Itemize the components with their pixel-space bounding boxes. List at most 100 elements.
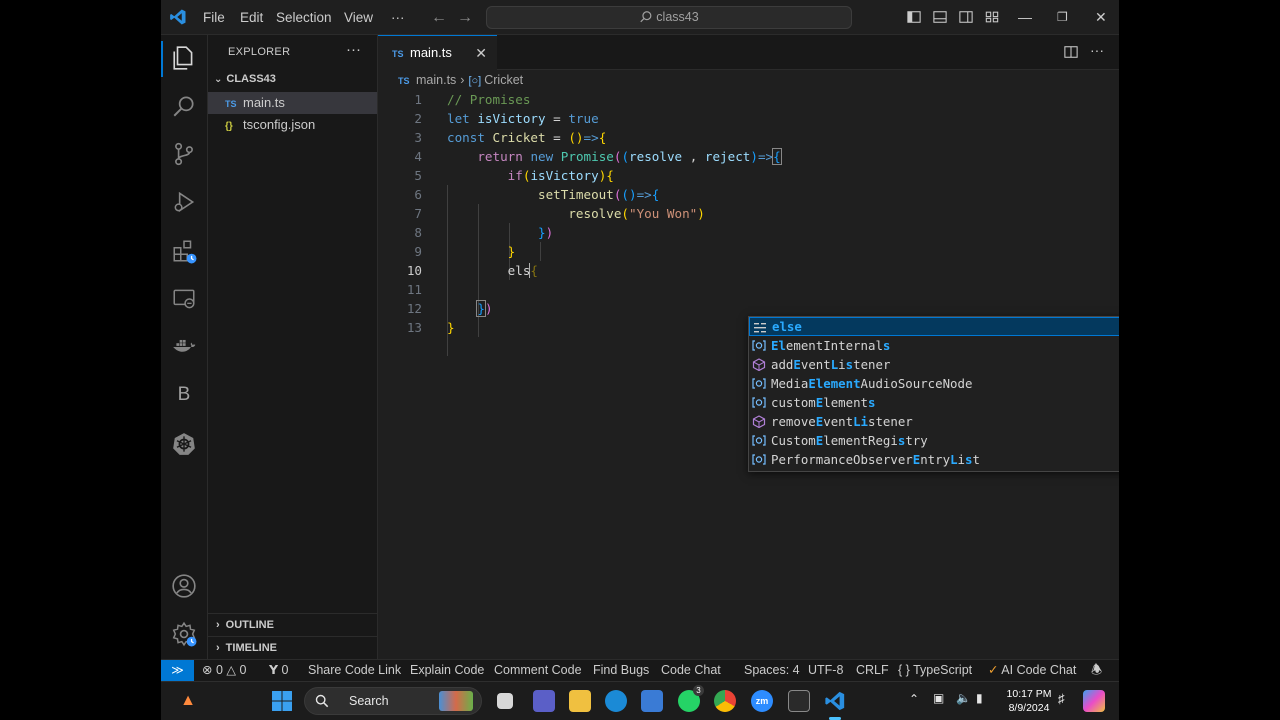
file-main-ts[interactable]: TS main.ts [208, 92, 377, 114]
taskbar-search[interactable]: Search [304, 687, 482, 715]
ports-indicator[interactable]: 𝝪 0 [269, 660, 289, 682]
suggestion-item[interactable]: MediaElementAudioSourceNode [749, 374, 1119, 393]
menu-more[interactable]: ··· [391, 0, 405, 35]
b-icon[interactable]: B [171, 382, 197, 408]
docker-icon[interactable] [171, 334, 197, 360]
share-code-link-button[interactable]: Share Code Link [308, 660, 401, 682]
active-indicator [161, 41, 163, 77]
toggle-panel-icon[interactable] [933, 10, 947, 24]
language-indicator[interactable]: { } TypeScript [898, 660, 972, 682]
search-icon[interactable] [171, 93, 197, 119]
flame-app-icon[interactable]: ▲ [177, 690, 199, 712]
line-number: 3 [414, 130, 422, 145]
customize-layout-icon[interactable] [985, 10, 999, 24]
line-number: 4 [414, 149, 422, 164]
edge-icon[interactable] [605, 690, 627, 712]
files-icon[interactable] [171, 45, 197, 71]
clock-time: 10:17 PM [1006, 688, 1052, 700]
taskbar-clock[interactable]: 10:17 PM 8/9/2024 [1001, 687, 1057, 715]
terminal-icon[interactable] [788, 690, 810, 712]
json-file-icon: {} [225, 121, 233, 132]
menu-view[interactable]: View [344, 0, 373, 35]
notification-bell-icon[interactable]: ♯ [1058, 691, 1065, 706]
suggestion-item[interactable]: PerformanceObserverEntryList [749, 450, 1119, 469]
chevron-up-icon[interactable]: ⌃ [909, 692, 919, 706]
menu-edit[interactable]: Edit [240, 0, 263, 35]
copilot-icon[interactable] [1083, 690, 1105, 712]
code-line: 11 [378, 280, 1119, 299]
outline-label: OUTLINE [225, 619, 274, 631]
explain-code-button[interactable]: Explain Code [410, 660, 484, 682]
timeline-label: TIMELINE [225, 642, 278, 654]
breadcrumb-file[interactable]: main.ts [416, 73, 456, 87]
zoom-icon[interactable]: zm [751, 690, 773, 712]
indentation-indicator[interactable]: Spaces: 4 [744, 660, 800, 682]
encoding-indicator[interactable]: UTF-8 [808, 660, 843, 682]
close-tab-icon[interactable]: ✕ [475, 36, 487, 70]
source-control-icon[interactable] [171, 141, 197, 167]
explorer-more-icon[interactable]: ··· [346, 41, 361, 58]
minimize-icon[interactable]: — [1018, 9, 1032, 25]
split-editor-icon[interactable] [1064, 45, 1078, 59]
notifications-bell-icon[interactable]: 🕭 [1091, 660, 1102, 682]
suggestion-text: s [868, 395, 876, 410]
comment-code-button[interactable]: Comment Code [494, 660, 582, 682]
menu-selection[interactable]: Selection [276, 0, 332, 35]
timeline-section[interactable]: › TIMELINE [208, 636, 377, 658]
task-view-icon[interactable] [497, 693, 513, 709]
restore-icon[interactable]: ❐ [1057, 10, 1068, 24]
chevron-down-icon: ⌄ [214, 74, 223, 85]
line-number: 8 [414, 225, 422, 240]
tab-main-ts[interactable]: TS main.ts ✕ [378, 35, 497, 70]
menu-file[interactable]: File [203, 0, 225, 35]
extensions-icon[interactable] [171, 238, 197, 264]
remote-indicator-icon[interactable]: ≫ [161, 660, 194, 682]
code-token: } [447, 320, 455, 335]
line-number: 12 [406, 301, 422, 316]
forward-arrow-icon[interactable]: → [457, 9, 473, 27]
code-token: Cricket [492, 130, 546, 145]
settings-icon[interactable] [171, 621, 197, 647]
kubernetes-icon[interactable] [171, 431, 197, 457]
teams-icon[interactable] [533, 690, 555, 712]
run-debug-icon[interactable] [171, 189, 197, 215]
command-center-search[interactable]: class43 [486, 6, 852, 29]
chrome-icon[interactable] [714, 690, 736, 712]
method-icon [752, 415, 766, 428]
ai-code-chat-button[interactable]: ✓ AI Code Chat [988, 660, 1076, 682]
close-window-icon[interactable]: ✕ [1095, 9, 1107, 26]
editor-more-icon[interactable]: ··· [1090, 42, 1104, 58]
problems-indicator[interactable]: ⊗ 0 △ 0 [202, 660, 246, 682]
outline-section[interactable]: › OUTLINE [208, 613, 377, 635]
store-icon[interactable] [641, 690, 663, 712]
code-line: 5 if(isVictory){ [378, 166, 1119, 185]
account-icon[interactable] [171, 573, 197, 599]
code-chat-button[interactable]: Code Chat [661, 660, 721, 682]
breadcrumb-symbol[interactable]: Cricket [484, 73, 523, 87]
suggestion-item[interactable]: CustomElementRegistry [749, 431, 1119, 450]
find-bugs-button[interactable]: Find Bugs [593, 660, 649, 682]
suggestion-item[interactable]: customElements [749, 393, 1119, 412]
file-tsconfig-json[interactable]: {} tsconfig.json [208, 114, 377, 136]
suggestion-item[interactable]: ElementInternals [749, 336, 1119, 355]
suggestion-item[interactable]: removeEventListener [749, 412, 1119, 431]
toggle-sidebar-icon[interactable] [907, 10, 921, 24]
status-bar: ≫ ⊗ 0 △ 0 𝝪 0 Share Code Link Explain Co… [161, 659, 1119, 682]
toggle-secondary-sidebar-icon[interactable] [959, 10, 973, 24]
folder-class43[interactable]: ⌄ CLASS43 [214, 73, 276, 85]
suggestion-item[interactable]: addEventListener [749, 355, 1119, 374]
windows-start-icon[interactable] [271, 690, 293, 712]
back-arrow-icon[interactable]: ← [431, 9, 447, 27]
file-explorer-icon[interactable] [569, 690, 591, 712]
volume-icon[interactable]: 🔈 [956, 691, 971, 705]
battery-icon[interactable]: ▮ [976, 691, 983, 705]
whatsapp-icon[interactable]: 3 [678, 685, 704, 712]
ports-count: 0 [281, 663, 289, 677]
suggestion-item[interactable]: else [749, 317, 1119, 336]
network-icon[interactable]: ▣ [933, 691, 944, 705]
eol-indicator[interactable]: CRLF [856, 660, 889, 682]
activity-bar: B [161, 35, 208, 659]
code-editor[interactable]: 1 // Promises 2 let isVictory = true 3 cons… [378, 90, 1119, 337]
remote-explorer-icon[interactable] [171, 286, 197, 312]
vscode-taskbar-icon[interactable] [824, 690, 846, 720]
